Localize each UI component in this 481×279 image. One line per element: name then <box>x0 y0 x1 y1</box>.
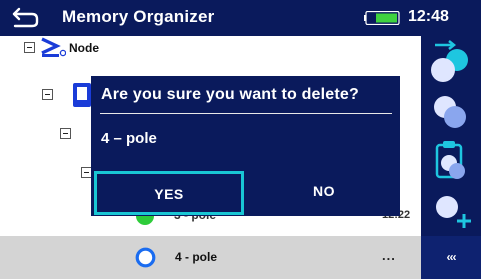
dialog-divider <box>100 113 392 114</box>
dialog-question: Are you sure you want to delete? <box>101 86 360 103</box>
more-options[interactable]: ... <box>382 248 396 263</box>
tree-item-label: 4 - pole <box>175 250 218 264</box>
delete-confirm-dialog: Are you sure you want to delete? 4 – pol… <box>91 76 400 216</box>
add-node-icon[interactable] <box>425 38 477 86</box>
collapse-toggle[interactable] <box>42 89 53 100</box>
tree-item-label[interactable]: Node <box>69 41 99 55</box>
more-options-button[interactable]: ‹‹‹ <box>421 236 481 279</box>
collapse-toggle[interactable] <box>60 128 71 139</box>
no-button[interactable]: NO <box>250 171 398 215</box>
action-sidebar: ‹‹‹ <box>421 36 481 279</box>
title-bar: Memory Organizer 12:48 <box>0 0 481 36</box>
blue-ring-icon <box>135 247 156 268</box>
page-title: Memory Organizer <box>62 7 215 26</box>
object-icon <box>73 83 91 107</box>
battery-icon <box>364 11 400 25</box>
clock: 12:48 <box>408 8 449 25</box>
clipboard-icon[interactable] <box>425 137 477 185</box>
node-icon <box>41 37 66 57</box>
tree-row-selected[interactable]: 4 - pole ... <box>0 236 421 279</box>
dialog-subject: 4 – pole <box>101 130 157 147</box>
back-arrow-icon[interactable] <box>8 5 42 31</box>
copy-icon[interactable] <box>425 87 477 135</box>
yes-button[interactable]: YES <box>94 171 244 215</box>
add-measurement-icon[interactable] <box>425 187 477 235</box>
collapse-toggle[interactable] <box>24 42 35 53</box>
